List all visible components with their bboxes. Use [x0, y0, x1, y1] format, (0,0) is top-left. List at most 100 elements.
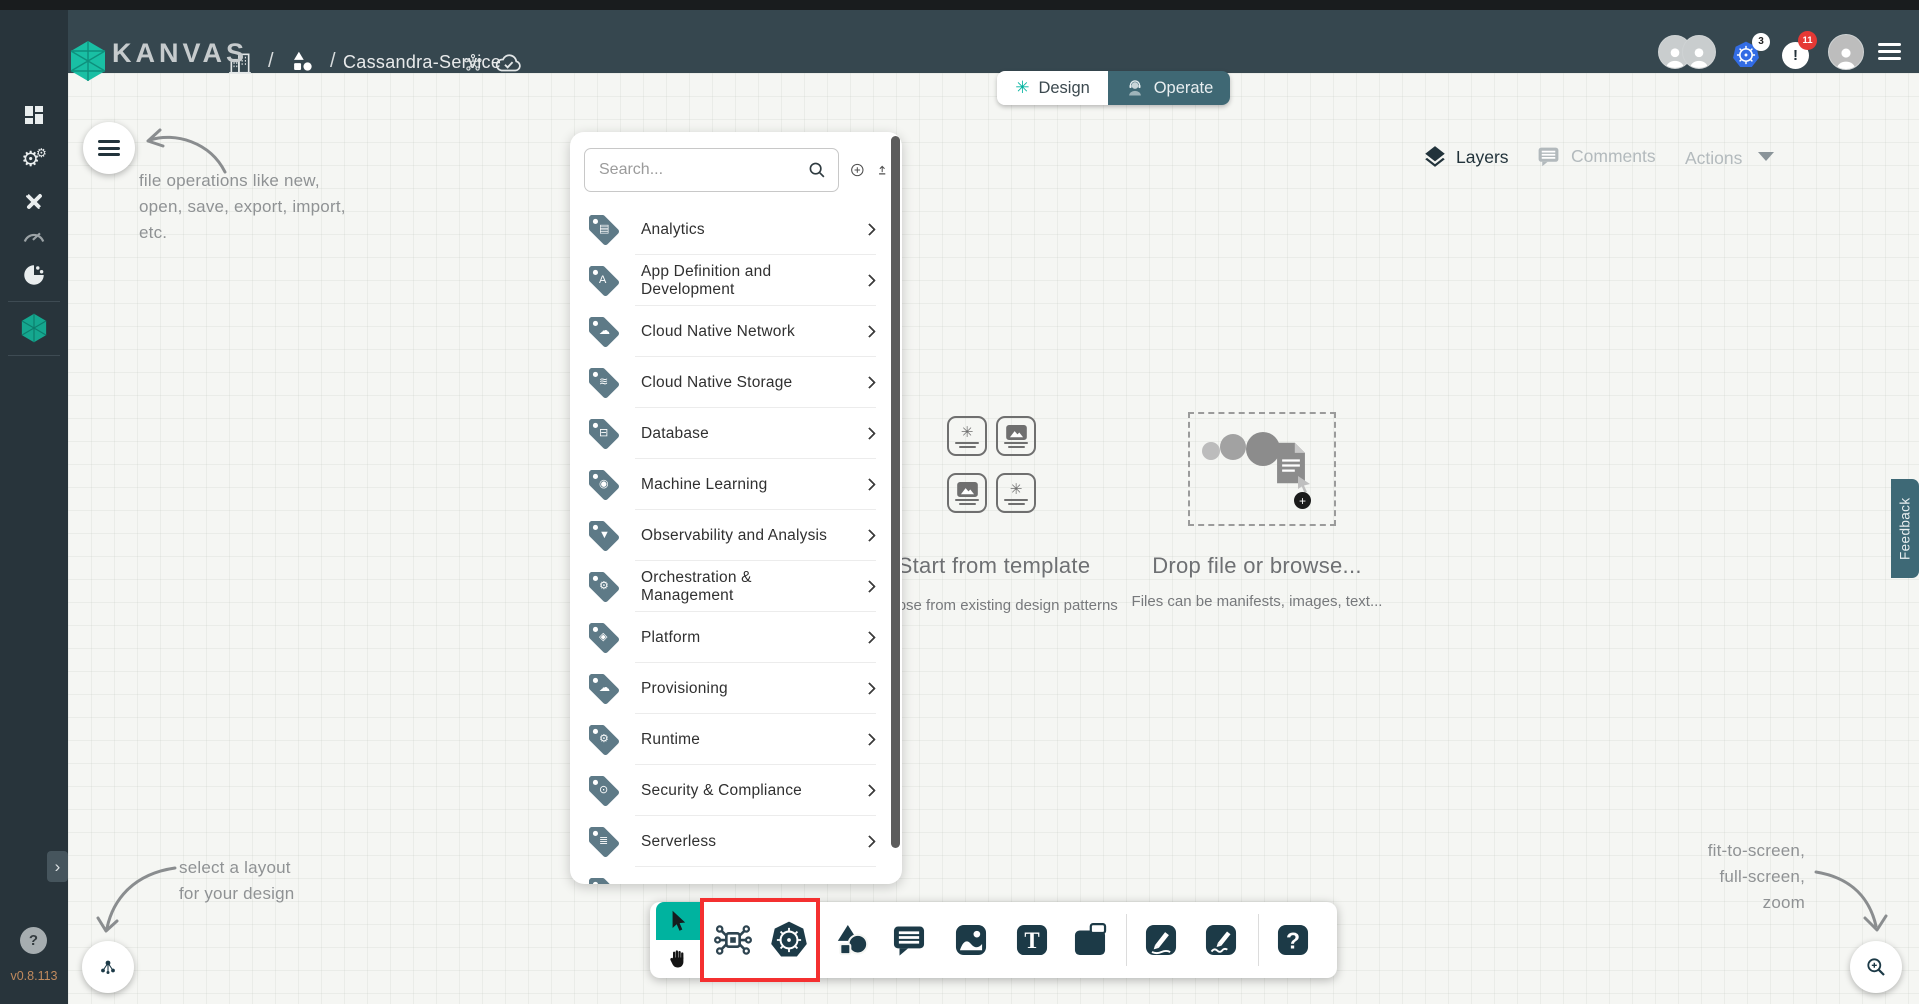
- category-item[interactable]: ☁ Cloud Native Network: [570, 306, 902, 357]
- help-button[interactable]: ?: [20, 927, 47, 954]
- search-box[interactable]: [584, 148, 839, 192]
- tab-operate[interactable]: Operate: [1108, 71, 1230, 105]
- actions-dropdown-caret[interactable]: [1758, 152, 1774, 161]
- header-menu-icon[interactable]: [1878, 39, 1901, 64]
- cloud-sync-icon[interactable]: [494, 50, 524, 76]
- svg-text:T: T: [1024, 928, 1039, 953]
- category-item[interactable]: ☁ Provisioning: [570, 663, 902, 714]
- note-tool[interactable]: [1068, 918, 1112, 962]
- layout-graph-icon: [96, 955, 120, 979]
- sidebar-item-extensions[interactable]: [0, 256, 68, 294]
- text-icon: T: [1013, 921, 1051, 959]
- upload-icon[interactable]: [876, 158, 888, 182]
- tab-design[interactable]: ✳ Design: [997, 71, 1108, 105]
- canvas-menu-fab[interactable]: [83, 122, 135, 174]
- actions-label[interactable]: Actions: [1685, 148, 1742, 169]
- category-item[interactable]: A App Definition and Development: [570, 255, 902, 306]
- category-label: Cloud Native Network: [641, 323, 795, 341]
- kubernetes-context-button[interactable]: 3: [1730, 33, 1766, 71]
- image-thumb-icon: [1006, 425, 1027, 440]
- category-label: Provisioning: [641, 680, 728, 698]
- layers-button[interactable]: Layers: [1422, 144, 1509, 170]
- category-item[interactable]: ≋ Cloud Native Storage: [570, 357, 902, 408]
- drop-file-title[interactable]: Drop file or browse...: [1152, 553, 1362, 579]
- kanvas-hexagon-icon: [21, 313, 47, 343]
- template-card[interactable]: ✳: [947, 416, 987, 456]
- panel-scrollbar[interactable]: [891, 136, 900, 848]
- category-tag-icon: [586, 875, 622, 885]
- toolbar-divider: [1126, 914, 1127, 966]
- drop-file-subtitle: Files can be manifests, images, text...: [1132, 593, 1383, 610]
- image-icon: [952, 921, 990, 959]
- zoom-fab[interactable]: [1850, 941, 1902, 993]
- highlighted-tools-box: [700, 898, 820, 982]
- chevron-right-icon: [863, 376, 876, 389]
- visibility-graph-icon[interactable]: [462, 52, 484, 74]
- collaborator-avatars[interactable]: [1658, 35, 1716, 69]
- sidebar-divider: [8, 301, 60, 302]
- text-tool[interactable]: T: [1010, 918, 1054, 962]
- layout-fab[interactable]: [82, 941, 134, 993]
- chevron-right-icon: [863, 784, 876, 797]
- category-item[interactable]: [570, 867, 902, 884]
- sidebar-expand-chevron[interactable]: ›: [47, 851, 68, 882]
- pencil-tool[interactable]: [1199, 918, 1243, 962]
- feedback-tab[interactable]: Feedback: [1891, 479, 1919, 578]
- drop-file-zone[interactable]: +: [1188, 412, 1336, 526]
- gear-small-icon: ⚙: [36, 146, 47, 160]
- file-ops-annotation: file operations like new, open, save, ex…: [139, 168, 346, 246]
- category-item[interactable]: ⊙ Security & Compliance: [570, 765, 902, 816]
- category-item[interactable]: ◉ Machine Learning: [570, 459, 902, 510]
- category-item[interactable]: ◈ Platform: [570, 612, 902, 663]
- comment-tool[interactable]: [887, 918, 931, 962]
- category-item[interactable]: ⊟ Database: [570, 408, 902, 459]
- comments-button[interactable]: Comments: [1536, 144, 1656, 169]
- sidebar-item-dashboard[interactable]: [0, 96, 68, 134]
- gauge-icon: [21, 224, 47, 246]
- sidebar-item-kanvas-active[interactable]: [0, 309, 68, 347]
- start-from-template-title[interactable]: Start from template: [898, 553, 1091, 579]
- zoom-arrow: [1808, 860, 1898, 940]
- collaborator-avatar[interactable]: [1682, 35, 1716, 69]
- add-component-icon[interactable]: [850, 157, 865, 183]
- category-item[interactable]: ▼ Observability and Analysis: [570, 510, 902, 561]
- category-tag-icon: A: [586, 263, 622, 299]
- category-tag-icon: ◈: [586, 620, 622, 656]
- shapes-icon: [832, 920, 872, 960]
- template-card[interactable]: [996, 416, 1036, 456]
- category-label: Analytics: [641, 221, 705, 239]
- start-from-template-subtitle: Choose from existing design patterns: [870, 597, 1118, 614]
- drop-graphic-dot: [1220, 434, 1246, 460]
- pen-tool[interactable]: [1139, 918, 1183, 962]
- help-tool[interactable]: ?: [1271, 918, 1315, 962]
- image-thumb-icon: [957, 482, 978, 497]
- layers-label: Layers: [1456, 147, 1509, 168]
- chevron-right-icon: [863, 529, 876, 542]
- category-tag-icon: ☁: [586, 671, 622, 707]
- category-item[interactable]: ▤ Analytics: [570, 204, 902, 255]
- template-card[interactable]: [947, 473, 987, 513]
- chevron-right-icon: [863, 274, 876, 287]
- tab-operate-label: Operate: [1154, 79, 1214, 98]
- sidebar-item-performance[interactable]: [0, 216, 68, 254]
- workspace-icon[interactable]: [290, 49, 316, 75]
- chevron-right-icon: [863, 427, 876, 440]
- shapes-tool[interactable]: [830, 918, 874, 962]
- image-tool[interactable]: [949, 918, 993, 962]
- category-item[interactable]: ≣ Serverless: [570, 816, 902, 867]
- category-item[interactable]: ⚙ Orchestration & Management: [570, 561, 902, 612]
- select-tool[interactable]: [656, 902, 700, 940]
- sidebar-item-settings[interactable]: ⚙⚙: [0, 140, 68, 178]
- category-item[interactable]: ⚙ Runtime: [570, 714, 902, 765]
- template-card[interactable]: ✳: [996, 473, 1036, 513]
- chevron-right-icon: [863, 733, 876, 746]
- select-pan-toggle: [656, 902, 700, 978]
- pan-tool[interactable]: [656, 940, 700, 978]
- category-tag-icon: ≣: [586, 824, 622, 860]
- sidebar-item-toolbox[interactable]: [0, 182, 68, 220]
- user-avatar[interactable]: [1828, 34, 1864, 70]
- notifications-button[interactable]: ! 11: [1780, 32, 1814, 72]
- chevron-right-icon: [863, 631, 876, 644]
- sidebar-divider: [8, 355, 60, 356]
- search-input[interactable]: [599, 161, 806, 179]
